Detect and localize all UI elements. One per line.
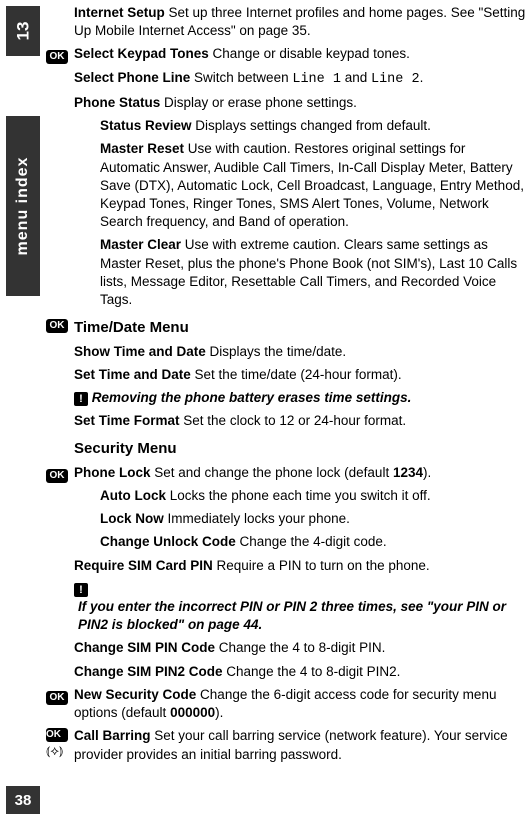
entry-title: Select Keypad Tones <box>74 46 209 61</box>
entry-desc: Displays settings changed from default. <box>192 118 431 133</box>
entry-desc: Displays the time/date. <box>206 344 346 359</box>
change-unlock-entry: Change Unlock Code Change the 4-digit co… <box>74 533 526 551</box>
ok-icon: OK <box>46 469 68 483</box>
section-tab: menu index <box>6 116 40 296</box>
network-icon: ⦅⟡⦆ <box>46 744 74 757</box>
time-date-menu-heading: Time/Date Menu <box>74 318 526 338</box>
entry-title: Phone Status <box>74 95 160 110</box>
entry-title: Change Unlock Code <box>100 534 236 549</box>
status-review-entry: Status Review Displays settings changed … <box>74 117 526 135</box>
entry-desc: Set the clock to 12 or 24-hour format. <box>180 413 407 428</box>
default-code: 000000 <box>170 705 215 720</box>
entry-title: Show Time and Date <box>74 344 206 359</box>
entry-title: Lock Now <box>100 511 164 526</box>
entry-title: Change SIM PIN2 Code <box>74 664 223 679</box>
entry-title: Internet Setup <box>74 5 165 20</box>
entry-desc: Locks the phone each time you switch it … <box>166 488 431 503</box>
warning-text: If you enter the incorrect PIN or PIN 2 … <box>74 598 514 634</box>
line2-mono: Line 2 <box>371 72 420 87</box>
phone-status-entry: Phone Status Display or erase phone sett… <box>74 94 526 112</box>
battery-warning: ! Removing the phone battery erases time… <box>74 389 526 407</box>
entry-desc: Change the 4 to 8-digit PIN2. <box>223 664 401 679</box>
entry-desc: Set and change the phone lock (default <box>151 465 393 480</box>
content-column: Internet Setup Set up three Internet pro… <box>46 4 526 769</box>
entry-title: Master Clear <box>100 237 181 252</box>
internet-setup-entry: Internet Setup Set up three Internet pro… <box>74 4 526 40</box>
security-menu-heading: Security Menu <box>74 439 526 459</box>
manual-page: 13 menu index 38 Internet Setup Set up t… <box>0 0 530 820</box>
entry-title: Auto Lock <box>100 488 166 503</box>
default-code: 1234 <box>393 465 423 480</box>
warning-icon: ! <box>74 392 88 406</box>
entry-title: Set Time Format <box>74 413 180 428</box>
line1-mono: Line 1 <box>292 72 341 87</box>
entry-title: New Security Code <box>74 687 196 702</box>
phone-lock-entry: Phone Lock Set and change the phone lock… <box>74 464 526 482</box>
auto-lock-entry: Auto Lock Locks the phone each time you … <box>74 487 526 505</box>
change-sim-pin2-entry: Change SIM PIN2 Code Change the 4 to 8-d… <box>74 663 526 681</box>
time-format-entry: Set Time Format Set the clock to 12 or 2… <box>74 412 526 430</box>
pin-warning: ! If you enter the incorrect PIN or PIN … <box>74 580 526 635</box>
warning-icon: ! <box>74 583 88 597</box>
entry-title: Select Phone Line <box>74 70 190 85</box>
chapter-number-tab: 13 <box>6 6 40 56</box>
sidebar: 13 menu index 38 <box>6 6 40 814</box>
entry-desc: Switch between <box>190 70 292 85</box>
entry-title: Master Reset <box>100 141 184 156</box>
new-security-code-entry: New Security Code Change the 6-digit acc… <box>74 686 526 722</box>
entry-title: Phone Lock <box>74 465 151 480</box>
entry-desc: Change the 4-digit code. <box>236 534 387 549</box>
entry-title: Status Review <box>100 118 192 133</box>
warning-text: Removing the phone battery erases time s… <box>88 390 411 405</box>
page-number: 38 <box>15 792 32 809</box>
master-clear-entry: Master Clear Use with extreme caution. C… <box>74 236 526 309</box>
section-tab-label: menu index <box>14 157 32 256</box>
entry-desc: Require a PIN to turn on the phone. <box>213 558 430 573</box>
ok-icon: OK <box>46 319 68 333</box>
set-time-entry: Set Time and Date Set the time/date (24-… <box>74 366 526 384</box>
chapter-number: 13 <box>13 22 33 41</box>
require-sim-pin-entry: Require SIM Card PIN Require a PIN to tu… <box>74 557 526 575</box>
entry-title: Change SIM PIN Code <box>74 640 215 655</box>
entry-title: Require SIM Card PIN <box>74 558 213 573</box>
entry-desc: Immediately locks your phone. <box>164 511 350 526</box>
page-number-tab: 38 <box>6 786 40 814</box>
phone-line-entry: Select Phone Line Switch between Line 1 … <box>74 69 526 89</box>
entry-desc: Change or disable keypad tones. <box>209 46 410 61</box>
change-sim-pin-entry: Change SIM PIN Code Change the 4 to 8-di… <box>74 639 526 657</box>
entry-title: Call Barring <box>74 728 151 743</box>
master-reset-entry: Master Reset Use with caution. Restores … <box>74 140 526 231</box>
entry-desc: Display or erase phone settings. <box>160 95 357 110</box>
lock-now-entry: Lock Now Immediately locks your phone. <box>74 510 526 528</box>
call-barring-entry: Call Barring Set your call barring servi… <box>74 727 526 763</box>
entry-title: Set Time and Date <box>74 367 191 382</box>
entry-desc: Change the 4 to 8-digit PIN. <box>215 640 385 655</box>
show-time-entry: Show Time and Date Displays the time/dat… <box>74 343 526 361</box>
keypad-tones-entry: Select Keypad Tones Change or disable ke… <box>74 45 526 63</box>
entry-desc: Set the time/date (24-hour format). <box>191 367 402 382</box>
ok-icon: OK <box>46 691 68 705</box>
ok-icon: OK <box>46 50 68 64</box>
ok-icon: OK <box>46 728 68 742</box>
